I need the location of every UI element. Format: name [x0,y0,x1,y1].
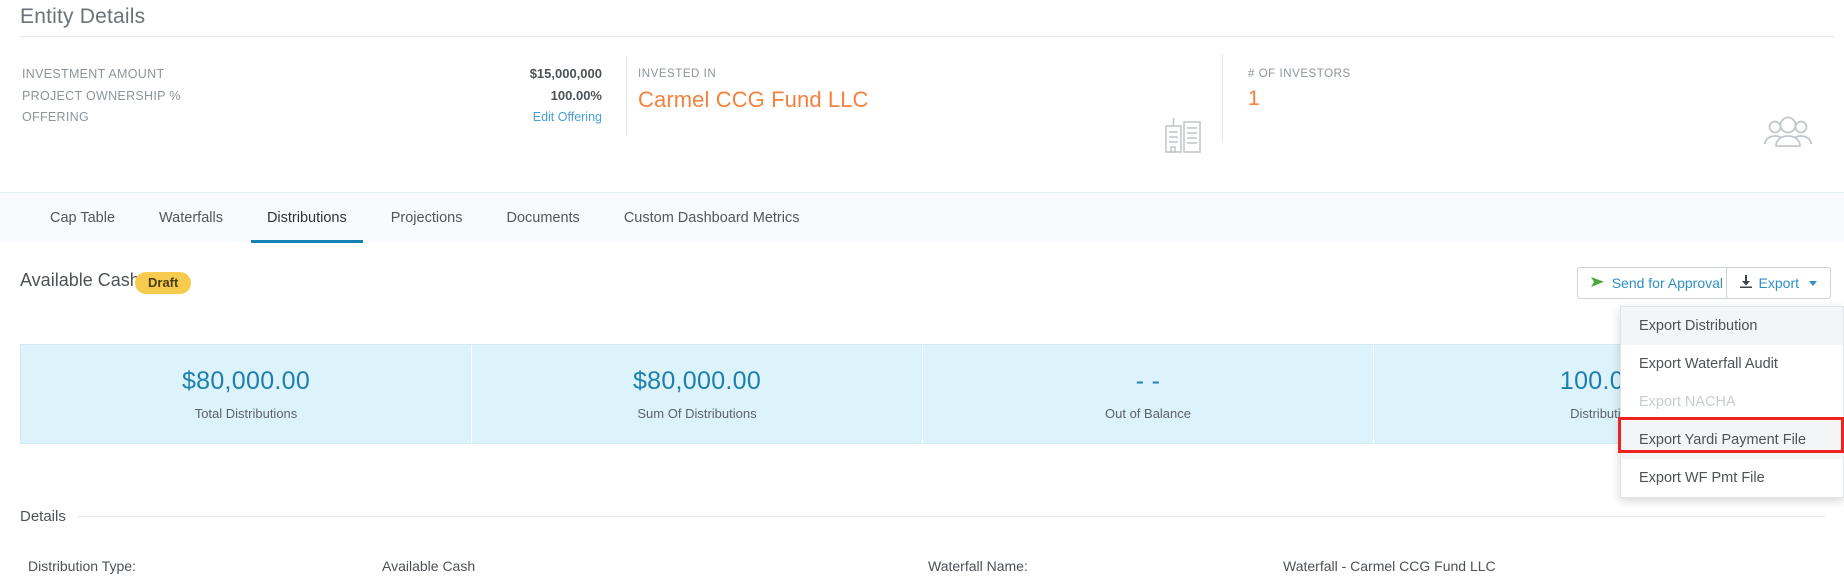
edit-offering-link[interactable]: Edit Offering [482,110,602,124]
entity-tab-bar: Cap Table Waterfalls Distributions Proje… [0,192,1844,243]
send-for-approval-label: Send for Approval [1611,275,1723,291]
detail-value-distribution-type: Available Cash [382,558,476,574]
metric-label-investment-amount: INVESTMENT AMOUNT [22,67,165,81]
invested-in-label: INVESTED IN [638,68,717,80]
menu-item-export-nacha: Export NACHA [1639,394,1736,410]
entity-summary: INVESTMENT AMOUNT $15,000,000 PROJECT OW… [0,46,1844,153]
tab-label: Documents [506,209,580,226]
tab-waterfalls[interactable]: Waterfalls [137,193,245,243]
invested-in-block: INVESTED IN Carmel CCG Fund LLC [638,68,1068,113]
card-value: $80,000.00 [632,367,762,395]
card-out-of-balance: - - Out of Balance [923,345,1374,443]
page-header: Entity Details [0,0,1844,40]
metric-label-offering: OFFERING [22,110,89,124]
tab-label: Distributions [266,209,347,226]
card-label: Out of Balance [1105,406,1191,421]
tab-label: Cap Table [50,209,116,226]
metric-label-project-ownership: PROJECT OWNERSHIP % [22,89,181,103]
office-building-icon [1162,114,1206,159]
export-button[interactable]: Export [1725,267,1831,299]
send-for-approval-button[interactable]: Send for Approval [1576,267,1737,299]
tab-label: Custom Dashboard Metrics [623,209,800,226]
group-of-people-icon [1762,116,1814,155]
tab-cap-table[interactable]: Cap Table [28,193,137,243]
card-label: Total Distributions [194,406,298,421]
summary-divider-2 [1222,54,1223,142]
tab-label: Projections [390,209,463,226]
page-title: Entity Details [20,5,146,28]
investors-label: # OF INVESTORS [1248,68,1351,80]
export-dropdown-menu: Export Distribution Export Waterfall Aud… [1620,306,1844,498]
tab-documents[interactable]: Documents [484,193,601,243]
menu-item-export-waterfall-audit[interactable]: Export Waterfall Audit [1621,345,1843,383]
card-sum-of-distributions: $80,000.00 Sum Of Distributions [472,345,923,443]
menu-item-export-distribution[interactable]: Export Distribution [1621,307,1843,345]
tab-label: Waterfalls [159,209,223,226]
detail-label-waterfall-name: Waterfall Name: [928,558,1028,574]
details-section-header: Details [20,508,1825,525]
tab-projections[interactable]: Projections [369,193,485,243]
entity-metrics-list: INVESTMENT AMOUNT $15,000,000 PROJECT OW… [22,66,622,132]
download-icon [1739,275,1752,291]
metric-value-investment-amount: $15,000,000 [529,66,602,81]
tab-distributions[interactable]: Distributions [245,193,369,243]
metric-row-investment-amount: INVESTMENT AMOUNT $15,000,000 [22,66,622,88]
investors-count: 1 [1248,87,1260,110]
export-label: Export [1758,275,1799,291]
card-value: $80,000.00 [181,367,311,395]
metric-row-project-ownership: PROJECT OWNERSHIP % 100.00% [22,88,622,110]
menu-item-export-yardi-payment-file[interactable]: Export Yardi Payment File [1621,421,1843,459]
investors-block: # OF INVESTORS 1 [1248,68,1351,111]
details-title: Details [20,508,66,525]
detail-value-waterfall-name: Waterfall - Carmel CCG Fund LLC [1283,558,1496,574]
invested-in-entity-name[interactable]: Carmel CCG Fund LLC [638,87,1068,113]
distribution-action-row: Available Cash Draft Send for Approval E… [0,262,1844,312]
card-total-distributions: $80,000.00 Total Distributions [21,345,472,443]
caret-down-icon [1809,280,1817,286]
send-plane-icon [1590,275,1605,291]
metric-row-offering: OFFERING Edit Offering [22,110,622,132]
distribution-summary-cards: $80,000.00 Total Distributions $80,000.0… [20,344,1825,444]
status-badge: Draft [135,272,192,294]
metric-value-project-ownership: 100.00% [550,88,602,103]
summary-divider-1 [626,56,627,136]
menu-item-export-wf-pmt-file[interactable]: Export WF Pmt File [1621,459,1843,497]
card-label: Sum Of Distributions [637,406,757,421]
detail-label-distribution-type: Distribution Type: [28,558,136,574]
tab-custom-dashboard-metrics[interactable]: Custom Dashboard Metrics [602,193,822,243]
card-value: - - [1135,367,1161,395]
entity-details-page: Entity Details INVESTMENT AMOUNT $15,000… [0,0,1844,588]
details-divider [77,516,1825,517]
header-divider [20,36,1834,37]
distribution-title: Available Cash [20,270,140,290]
